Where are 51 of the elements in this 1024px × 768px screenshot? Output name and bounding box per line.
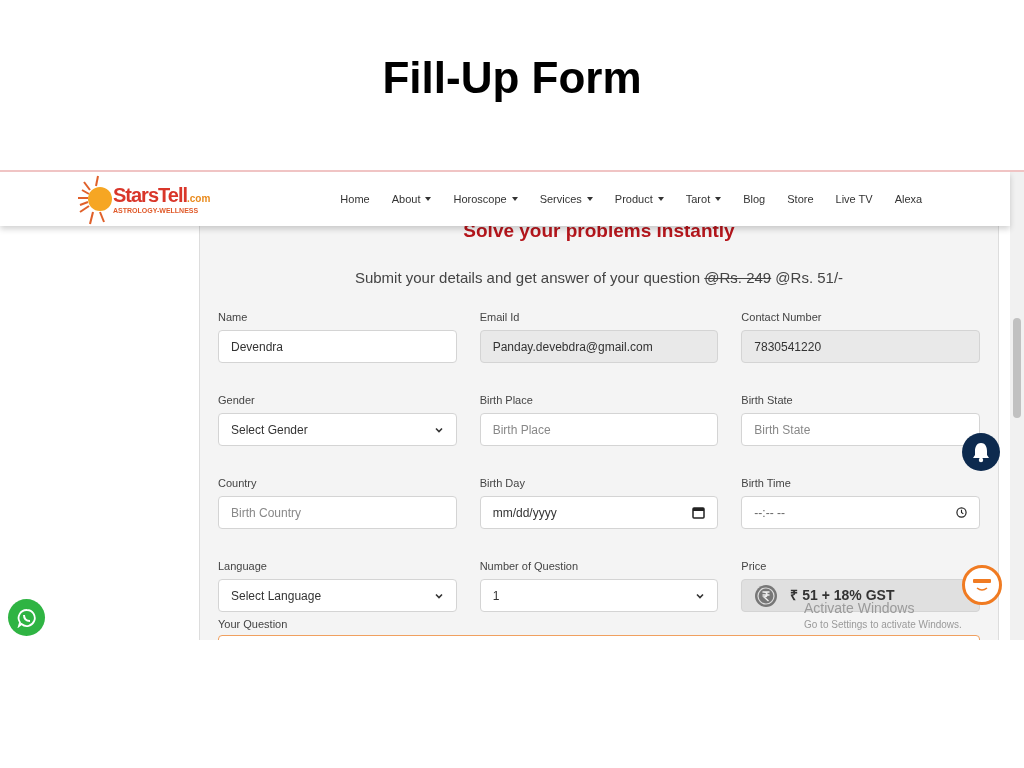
nav-link[interactable]: Alexa bbox=[894, 190, 923, 208]
nav-link[interactable]: Blog bbox=[743, 190, 766, 208]
field-label: Number of Question bbox=[479, 559, 580, 573]
caret-icon bbox=[425, 197, 432, 201]
field-label: Country bbox=[218, 476, 258, 490]
nav-link[interactable]: Product bbox=[614, 190, 664, 208]
nav-link[interactable]: Services bbox=[539, 190, 593, 208]
text-field[interactable]: Birth State bbox=[741, 413, 980, 446]
text-field[interactable]: Birth Country bbox=[218, 496, 457, 529]
field-label: Birth Day bbox=[479, 476, 526, 490]
field-label: Birth Time bbox=[741, 476, 792, 490]
nav-link[interactable]: Horoscope bbox=[453, 190, 518, 208]
nav-link[interactable]: Live TV bbox=[835, 190, 873, 208]
slide-title: Fill-Up Form bbox=[382, 52, 642, 104]
caret-icon bbox=[657, 197, 664, 201]
calendar-icon bbox=[692, 506, 706, 519]
scrollbar[interactable] bbox=[1010, 172, 1024, 640]
nav-link[interactable]: Store bbox=[787, 190, 814, 208]
field-label: Contact Number bbox=[741, 310, 823, 324]
time-field[interactable]: --:-- -- bbox=[741, 496, 980, 529]
date-field[interactable]: mm/dd/yyyy bbox=[479, 496, 719, 529]
caret-icon bbox=[586, 197, 593, 201]
select-field[interactable]: Select Gender bbox=[218, 413, 457, 446]
field-label: Birth State bbox=[741, 393, 794, 407]
whatsapp-button[interactable] bbox=[8, 599, 45, 636]
field-label: Your Question bbox=[218, 617, 288, 631]
activation-notice-title: Activate Windows bbox=[804, 600, 916, 616]
activation-notice-text: Go to Settings to activate Windows. bbox=[804, 618, 962, 632]
nav-link[interactable]: About bbox=[391, 190, 432, 208]
field-label: Name bbox=[218, 310, 249, 324]
field-label: Price bbox=[741, 559, 768, 573]
caret-icon bbox=[511, 197, 518, 201]
whatsapp-icon bbox=[16, 607, 37, 628]
field-label: Gender bbox=[218, 393, 256, 407]
nav-link[interactable]: Home bbox=[340, 190, 370, 208]
chat-icon bbox=[971, 576, 993, 594]
logo-domain: .com bbox=[187, 192, 211, 206]
text-field[interactable]: Devendra bbox=[218, 330, 457, 363]
select-field[interactable]: 1 bbox=[479, 579, 719, 612]
field-label: Birth Place bbox=[479, 393, 534, 407]
field-label: Language bbox=[218, 559, 268, 573]
bell-icon bbox=[971, 441, 991, 463]
text-field[interactable]: Birth Place bbox=[479, 413, 719, 446]
select-field[interactable]: Select Language bbox=[218, 579, 457, 612]
field-label: Email Id bbox=[479, 310, 521, 324]
form-subtitle: Submit your details and get answer of your question @Rs. 249 @Rs. 51/- bbox=[353, 268, 845, 288]
logo-wordmark: StarsTell bbox=[113, 183, 187, 206]
clock-icon bbox=[956, 507, 967, 518]
nav-link[interactable]: Tarot bbox=[685, 190, 722, 208]
caret-icon bbox=[715, 197, 722, 201]
rupee-coin-icon bbox=[754, 583, 779, 608]
